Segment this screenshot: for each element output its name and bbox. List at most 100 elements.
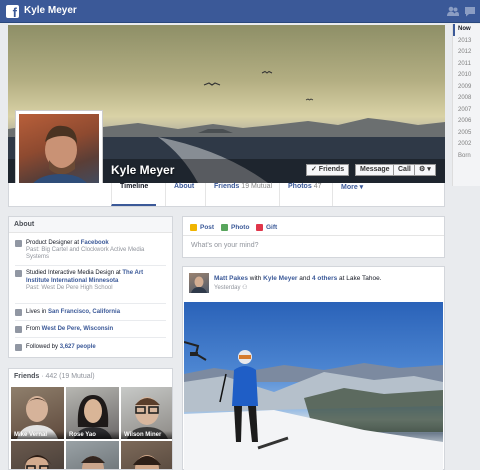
camera-icon: [221, 224, 228, 231]
year-2009[interactable]: 2009: [453, 82, 480, 94]
tab-label: About: [174, 183, 195, 190]
call-button[interactable]: Call: [393, 164, 416, 176]
profile-avatar-icon: [27, 125, 93, 194]
about-followers: Followed by 3,627 people: [15, 343, 168, 351]
tab-more[interactable]: More ▾: [332, 183, 371, 206]
year-2007[interactable]: 2007: [453, 105, 480, 117]
tab-label: Photos: [288, 183, 312, 190]
lives-prefix: Lives in: [26, 309, 49, 315]
work-link[interactable]: Facebook: [81, 240, 109, 246]
post-and-text: and: [297, 275, 312, 282]
post-author-link[interactable]: Matt Pakes: [214, 275, 248, 282]
composer-post-tab[interactable]: Post: [190, 224, 214, 231]
edu-prefix: Studied Interactive Media Design at: [26, 270, 123, 276]
year-now[interactable]: Now: [453, 24, 480, 36]
friends-title-row: Friends · 442 (19 Mutual): [9, 369, 172, 384]
friend-tile[interactable]: Wilson Miner: [121, 387, 172, 439]
friend-name: Mike Vernal: [11, 431, 64, 439]
post-place-text: at Lake Tahoe.: [337, 275, 382, 282]
profile-name[interactable]: Kyle Meyer: [111, 163, 174, 177]
work-past: Past: Big Cartel and Clockwork Active Me…: [26, 247, 145, 260]
rss-icon: [15, 344, 22, 351]
from-prefix: From: [26, 326, 42, 332]
year-2010[interactable]: 2010: [453, 70, 480, 82]
tab-about[interactable]: About: [165, 183, 202, 206]
about-from: From West De Pere, Wisconsin: [15, 325, 168, 333]
friend-tile[interactable]: Rose Yao: [66, 387, 119, 439]
friend-photo-icon: [23, 455, 52, 469]
friends-title[interactable]: Friends: [14, 373, 39, 380]
year-2005[interactable]: 2005: [453, 128, 480, 140]
top-bar-username[interactable]: Kyle Meyer: [24, 5, 77, 16]
briefcase-icon: [15, 240, 22, 247]
friend-name: Rose Yao: [66, 431, 119, 439]
composer-gift-tab[interactable]: Gift: [256, 224, 277, 231]
year-2011[interactable]: 2011: [453, 59, 480, 71]
post-timestamp[interactable]: Yesterday: [214, 285, 240, 291]
year-2008[interactable]: 2008: [453, 93, 480, 105]
post-others-link[interactable]: 4 others: [312, 275, 337, 282]
composer-photo-tab[interactable]: Photo: [221, 224, 249, 231]
year-2012[interactable]: 2012: [453, 47, 480, 59]
status-pencil-icon: [190, 224, 197, 231]
friends-button[interactable]: ✓ Friends: [306, 164, 350, 176]
graduation-cap-icon: [15, 270, 22, 277]
year-2002[interactable]: 2002: [453, 139, 480, 151]
friend-name: Wilson Miner: [121, 431, 172, 439]
year-2006[interactable]: 2006: [453, 116, 480, 128]
audience-icon[interactable]: ⚇: [240, 285, 247, 291]
home-icon: [15, 309, 22, 316]
tab-photos[interactable]: Photos 47: [279, 183, 330, 206]
messages-icon[interactable]: [464, 6, 476, 17]
friends-count: · 442 (19 Mutual): [39, 373, 95, 380]
timeline-year-nav: Now 2013 2012 2011 2010 2009 2008 2007 2…: [452, 24, 480, 186]
tab-friends[interactable]: Friends 19 Mutual: [205, 183, 280, 206]
post-meta: Yesterday ⚇: [214, 284, 248, 291]
post-header: Matt Pakes with Kyle Meyer and 4 others …: [214, 275, 382, 282]
avatar[interactable]: [189, 273, 209, 293]
post-label: Post: [200, 224, 215, 232]
gift-label: Gift: [266, 224, 278, 232]
about-title: About: [9, 217, 172, 233]
friend-tile[interactable]: Mike Vernal: [11, 387, 64, 439]
about-lives: Lives in San Francisco, California: [15, 308, 168, 316]
post-with-text: with: [247, 275, 264, 282]
friend-photo-icon: [81, 456, 105, 469]
composer-card: Post Photo Gift What's on your mind?: [182, 216, 445, 258]
friend-tile[interactable]: [11, 441, 64, 469]
divider: [15, 337, 166, 338]
followers-link[interactable]: 3,627 people: [60, 344, 96, 350]
ski-photo-scene: [184, 341, 443, 470]
friend-requests-icon[interactable]: [447, 6, 459, 17]
divider: [183, 235, 444, 236]
status-input[interactable]: What's on your mind?: [191, 242, 258, 249]
friend-tile[interactable]: [66, 441, 119, 469]
tab-label: Friends: [214, 183, 240, 190]
from-link[interactable]: West De Pere, Wisconsin: [42, 326, 114, 332]
tab-timeline[interactable]: Timeline: [111, 183, 157, 206]
tab-sub: 47: [313, 183, 322, 190]
gift-icon: [256, 224, 263, 231]
location-pin-icon: [15, 326, 22, 333]
friend-photo-icon: [133, 455, 161, 469]
about-work: Product Designer at Facebook Past: Big C…: [15, 239, 168, 261]
lives-link[interactable]: San Francisco, California: [48, 309, 120, 315]
divider: [15, 303, 166, 304]
poster-avatar-icon: [191, 276, 207, 293]
tab-sub: 19 Mutual: [241, 183, 273, 190]
friends-card: Friends · 442 (19 Mutual) Mike Vernal Ro…: [8, 368, 173, 470]
facebook-logo-icon[interactable]: f: [6, 5, 19, 18]
tab-label: Timeline: [120, 183, 149, 190]
tab-label: More ▾: [341, 184, 364, 191]
friend-tile[interactable]: [121, 441, 172, 469]
about-card: About Product Designer at Facebook Past:…: [8, 216, 173, 358]
message-button[interactable]: Message: [355, 164, 395, 176]
post-photo[interactable]: [184, 302, 443, 470]
year-2013[interactable]: 2013: [453, 36, 480, 48]
edu-past: Past: West De Pere High School: [26, 285, 113, 291]
settings-dropdown-button[interactable]: ⚙ ▾: [414, 164, 436, 176]
post-tagged-link[interactable]: Kyle Meyer: [263, 275, 297, 282]
top-bar: f Kyle Meyer: [0, 0, 480, 23]
logo-letter: f: [12, 5, 17, 18]
year-born[interactable]: Born: [453, 151, 480, 163]
